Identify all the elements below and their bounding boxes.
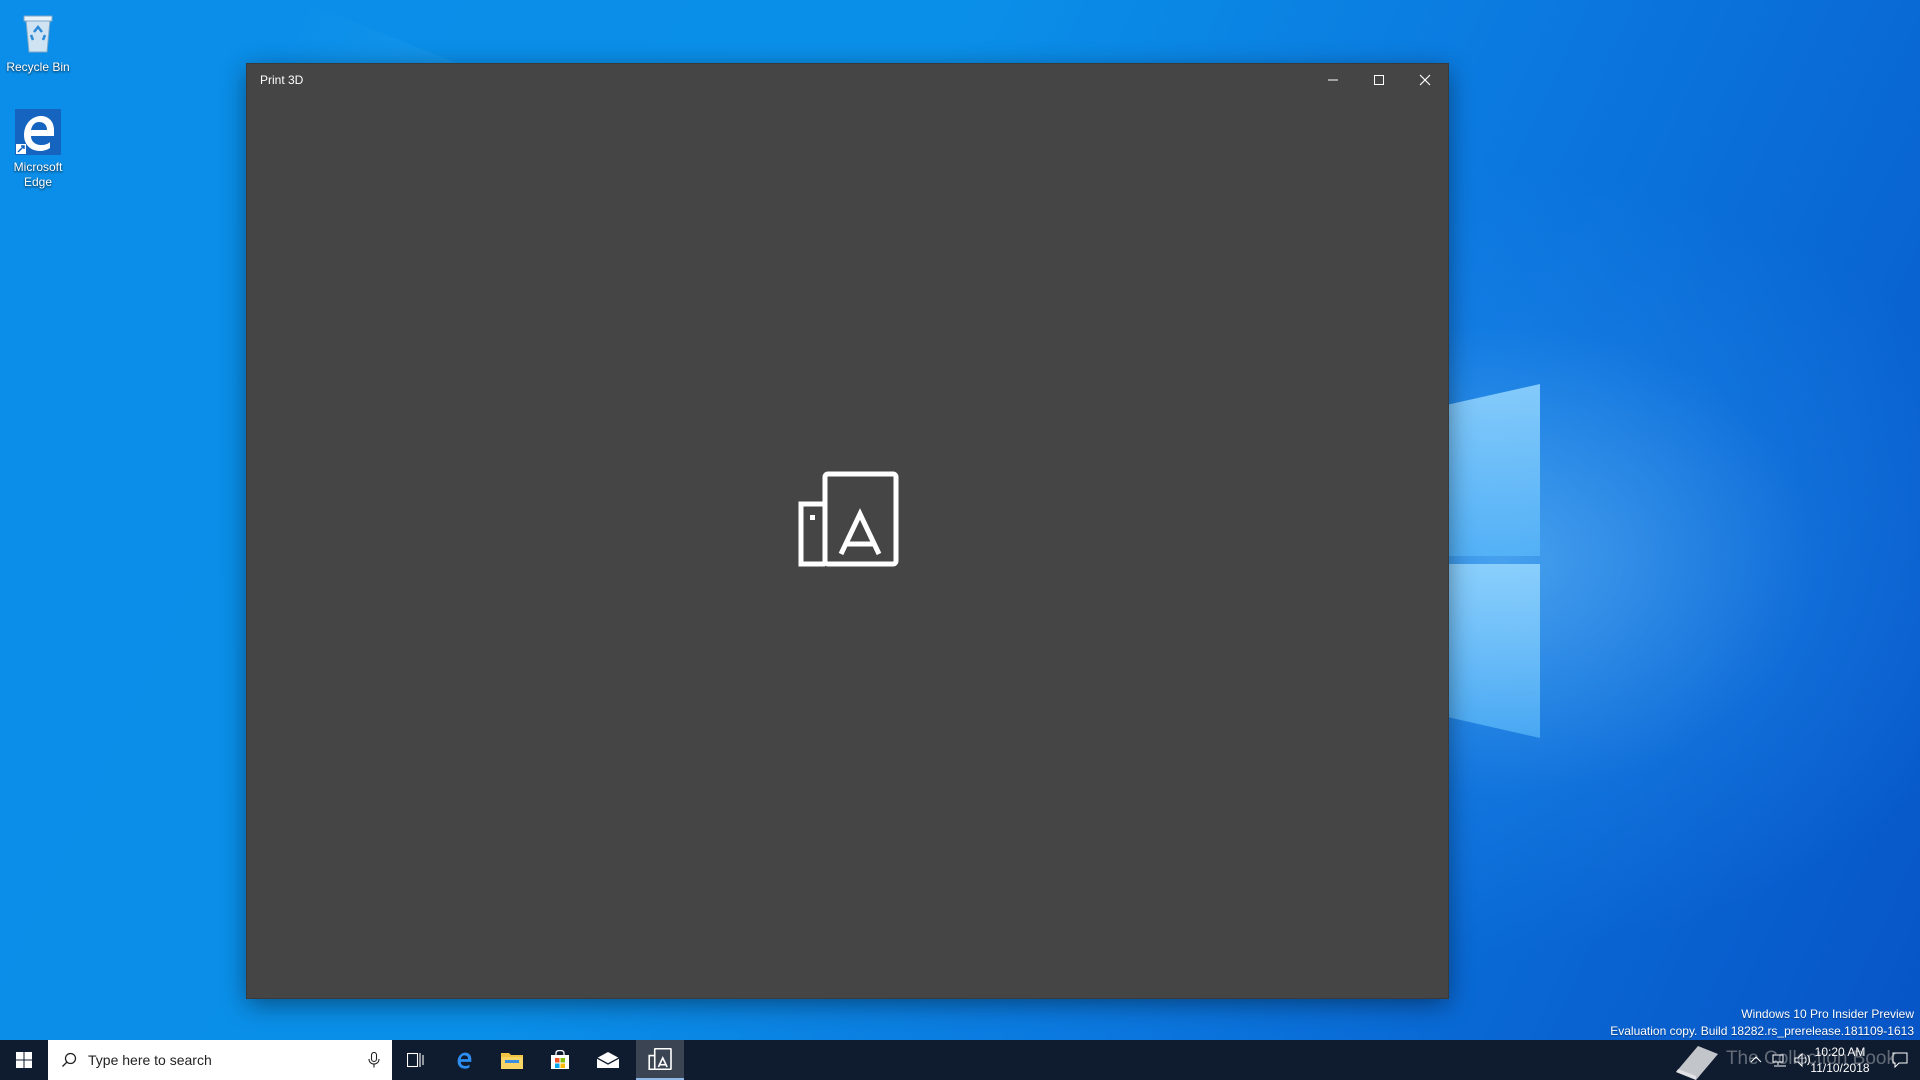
maximize-icon <box>1374 75 1384 85</box>
title-bar[interactable]: Print 3D <box>247 64 1448 96</box>
print-3d-icon <box>648 1048 672 1070</box>
action-center-icon[interactable] <box>1892 1052 1908 1068</box>
book-logo-icon <box>1676 1046 1718 1080</box>
chevron-up-icon[interactable] <box>1750 1054 1762 1064</box>
folder-icon <box>501 1053 523 1069</box>
minimize-icon <box>1328 79 1338 81</box>
microphone-icon[interactable] <box>368 1052 380 1068</box>
desktop-icon-microsoft-edge[interactable]: Microsoft Edge <box>0 108 76 190</box>
taskbar-file-explorer-button[interactable] <box>488 1040 536 1080</box>
close-icon <box>1419 74 1431 86</box>
windows-logo-pane-top <box>1448 384 1540 556</box>
window-title: Print 3D <box>260 73 304 87</box>
watermark-line-2: Evaluation copy. Build 18282.rs_prerelea… <box>1610 1024 1914 1038</box>
minimize-button[interactable] <box>1310 64 1356 96</box>
taskbar-clock[interactable]: 10:20 AM 11/10/2018 <box>1800 1044 1880 1076</box>
watermark-line-1: Windows 10 Pro Insider Preview <box>1741 1007 1914 1021</box>
task-view-button[interactable] <box>392 1040 440 1080</box>
store-icon <box>551 1050 569 1069</box>
network-icon[interactable] <box>1772 1052 1788 1068</box>
maximize-button[interactable] <box>1356 64 1402 96</box>
desktop-icon-label: Microsoft Edge <box>13 160 63 189</box>
desktop: Recycle Bin Microsoft Edge Print 3D Wind… <box>0 0 1920 1080</box>
taskbar: Type here to search The Collection Book … <box>0 1040 1920 1080</box>
desktop-icon-label: Recycle Bin <box>6 60 70 74</box>
start-button[interactable] <box>0 1040 48 1080</box>
print-3d-icon <box>798 471 899 567</box>
recycle-bin-icon <box>23 15 53 53</box>
taskbar-print-3d-button[interactable] <box>636 1040 684 1080</box>
windows-logo-pane-bottom <box>1448 564 1540 738</box>
search-placeholder: Type here to search <box>88 1052 212 1068</box>
search-icon <box>62 1052 77 1067</box>
clock-time: 10:20 AM <box>1814 1045 1866 1059</box>
task-view-icon <box>407 1052 424 1068</box>
edge-icon <box>15 109 61 155</box>
taskbar-mail-button[interactable] <box>584 1040 632 1080</box>
evaluation-watermark: Windows 10 Pro Insider Preview Evaluatio… <box>1610 1006 1914 1040</box>
taskbar-store-button[interactable] <box>536 1040 584 1080</box>
taskbar-edge-button[interactable] <box>440 1040 488 1080</box>
edge-icon <box>457 1052 472 1069</box>
system-tray: The Collection Book 10:20 AM 11/10/2018 <box>1660 1040 1920 1080</box>
clock-date: 11/10/2018 <box>1810 1061 1870 1075</box>
taskbar-search-box[interactable]: Type here to search <box>48 1040 392 1080</box>
close-button[interactable] <box>1402 64 1448 96</box>
print-3d-window: Print 3D <box>247 64 1448 998</box>
mail-icon <box>597 1052 619 1068</box>
windows-start-icon <box>16 1052 32 1068</box>
desktop-icon-recycle-bin[interactable]: Recycle Bin <box>0 8 76 75</box>
